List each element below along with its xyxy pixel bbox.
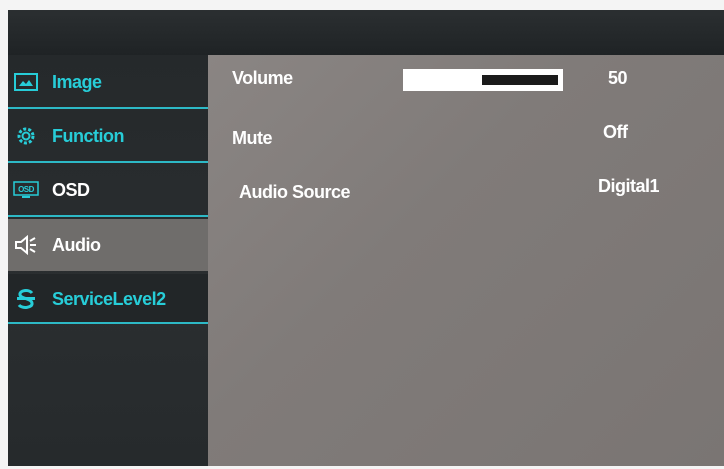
audio-source-label: Audio Source xyxy=(239,182,351,202)
menu-item-osd[interactable]: OSD OSD xyxy=(8,165,208,215)
gear-icon xyxy=(12,125,40,147)
menu-divider xyxy=(8,161,208,163)
speaker-icon xyxy=(12,234,40,256)
menu-item-audio[interactable]: Audio xyxy=(8,219,208,271)
mute-value[interactable]: Off xyxy=(603,122,628,143)
menu-divider xyxy=(8,215,208,217)
volume-value: 50 xyxy=(608,68,628,88)
audio-source-value[interactable]: Digital1 xyxy=(598,176,660,197)
menu-item-function[interactable]: Function xyxy=(8,111,208,161)
osd-content-panel xyxy=(208,55,724,466)
image-icon xyxy=(12,71,40,93)
monitor-bezel xyxy=(8,10,724,55)
menu-divider xyxy=(8,322,208,324)
menu-item-label: Function xyxy=(52,125,124,146)
service-icon xyxy=(12,288,40,310)
menu-item-label: ServiceLevel2 xyxy=(52,288,166,309)
osd-icon-text: OSD xyxy=(18,185,35,194)
osd-icon: OSD xyxy=(12,179,40,201)
mute-label: Mute xyxy=(232,128,273,148)
menu-item-label: OSD xyxy=(52,179,90,200)
volume-label: Volume xyxy=(232,68,293,88)
menu-item-label: Audio xyxy=(52,234,101,255)
volume-slider-track xyxy=(481,74,559,86)
menu-item-label: Image xyxy=(52,71,102,92)
menu-item-image[interactable]: Image xyxy=(8,57,208,107)
menu-item-servicelevel2[interactable]: ServiceLevel2 xyxy=(8,274,208,324)
volume-slider[interactable] xyxy=(403,69,563,91)
menu-divider xyxy=(8,107,208,109)
